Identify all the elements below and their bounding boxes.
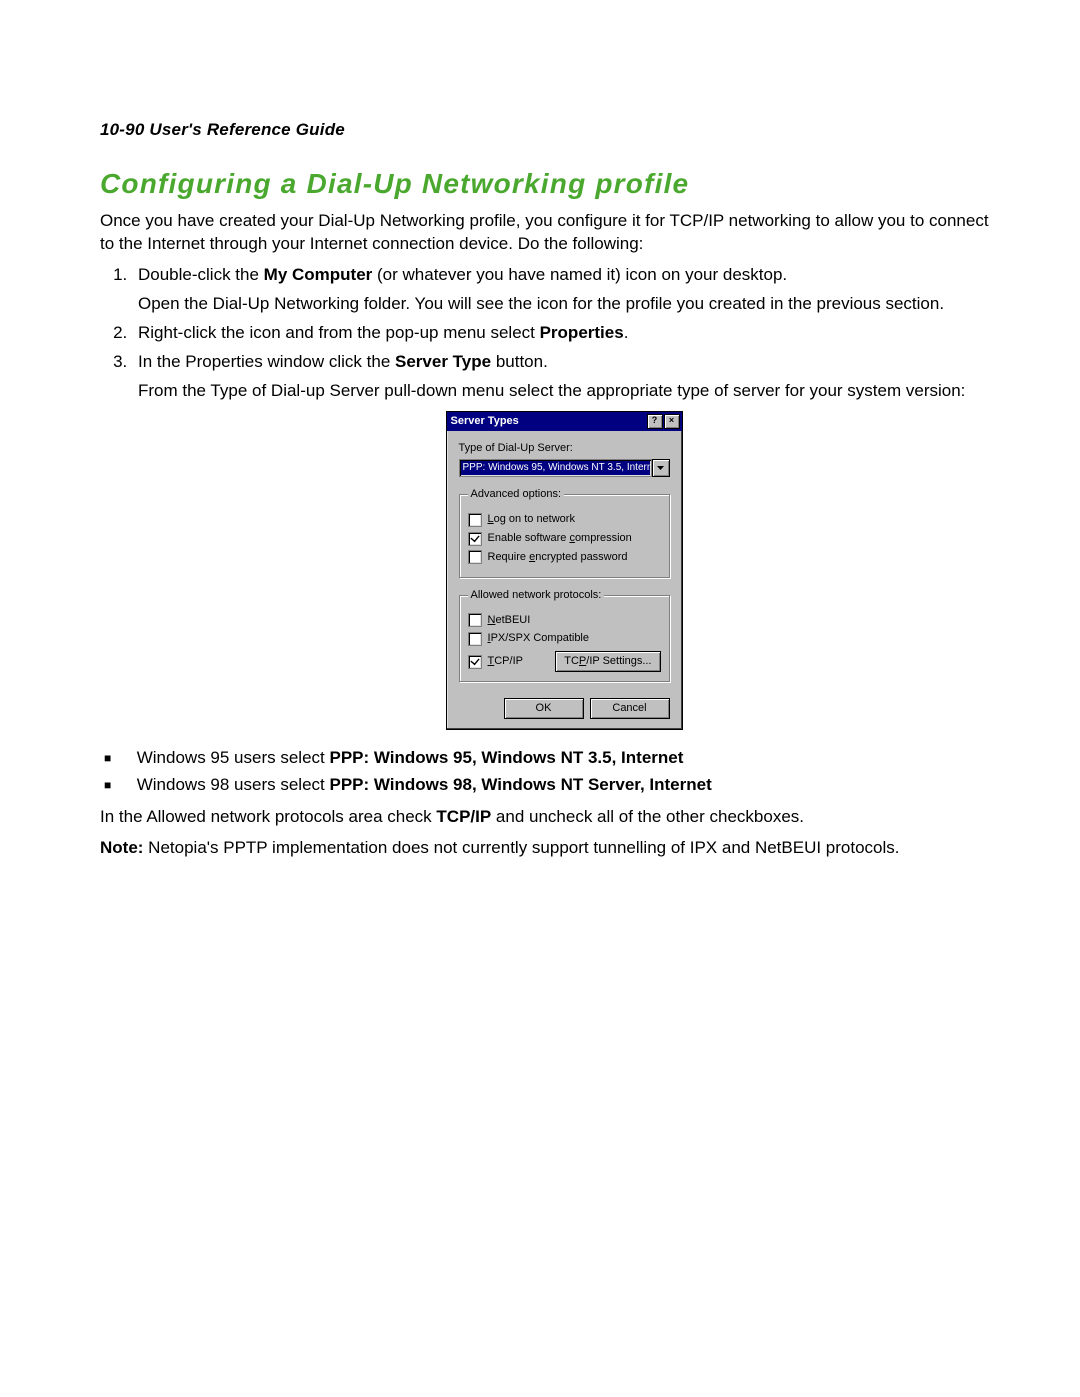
- bullet-list: Windows 95 users select PPP: Windows 95,…: [100, 744, 990, 798]
- step-2: Right-click the icon and from the pop-up…: [132, 322, 990, 345]
- intro-paragraph: Once you have created your Dial-Up Netwo…: [100, 210, 990, 256]
- bullet-2-text: Windows 98 users select: [137, 775, 330, 794]
- compression-label: Enable software compression: [488, 531, 632, 546]
- logon-checkbox-row[interactable]: LLog on to networkog on to network: [468, 512, 661, 527]
- encrypt-checkbox[interactable]: [468, 550, 482, 564]
- step-3-text-b: button.: [491, 352, 548, 371]
- step-3-text-a: In the Properties window click the: [138, 352, 395, 371]
- step-1-text-b: (or whatever you have named it) icon on …: [372, 265, 787, 284]
- step-3-sub: From the Type of Dial-up Server pull-dow…: [138, 380, 990, 403]
- logon-label: LLog on to networkog on to network: [488, 512, 575, 527]
- tcpip-settings-button[interactable]: TCP/IP Settings...: [555, 651, 660, 672]
- step-1-text-a: Double-click the: [138, 265, 264, 284]
- step-3-bold: Server Type: [395, 352, 491, 371]
- help-button[interactable]: ?: [647, 414, 663, 429]
- dialog-buttons: OK Cancel: [447, 698, 682, 729]
- advanced-options-group: Advanced options: LLog on to networkog o…: [459, 487, 670, 577]
- server-type-value: PPP: Windows 95, Windows NT 3.5, Interne…: [459, 459, 652, 477]
- tcpip-label: TCP/IP: [488, 654, 523, 669]
- tail-1-bold: TCP/IP: [436, 807, 491, 826]
- page-header: 10-90 User's Reference Guide: [100, 120, 990, 140]
- tcpip-row: TCP/IP TCP/IP Settings...: [468, 650, 661, 673]
- dialog-titlebar: Server Types ? ×: [447, 412, 682, 431]
- close-button[interactable]: ×: [664, 414, 680, 429]
- bullet-2-bold: PPP: Windows 98, Windows NT Server, Inte…: [329, 775, 711, 794]
- cancel-button[interactable]: Cancel: [590, 698, 670, 719]
- ipx-checkbox[interactable]: [468, 632, 482, 646]
- step-3: In the Properties window click the Serve…: [132, 351, 990, 730]
- compression-checkbox-row[interactable]: Enable software compression: [468, 531, 661, 546]
- protocols-legend: Allowed network protocols:: [468, 588, 605, 603]
- note-label: Note:: [100, 838, 143, 857]
- step-2-text-a: Right-click the icon and from the pop-up…: [138, 323, 540, 342]
- document-page: 10-90 User's Reference Guide Configuring…: [0, 0, 1080, 958]
- dropdown-arrow-icon[interactable]: [652, 459, 670, 477]
- compression-checkbox[interactable]: [468, 532, 482, 546]
- server-type-dropdown[interactable]: PPP: Windows 95, Windows NT 3.5, Interne…: [459, 459, 670, 477]
- protocols-group: Allowed network protocols: NetBEUI IPX/S…: [459, 588, 670, 682]
- tail-1-b: and uncheck all of the other checkboxes.: [491, 807, 804, 826]
- dialog-title: Server Types: [451, 414, 519, 429]
- tcpip-checkbox[interactable]: [468, 655, 482, 669]
- titlebar-buttons: ? ×: [647, 414, 680, 429]
- dialog-screenshot: Server Types ? × Type of Dial-Up Server:…: [138, 411, 990, 730]
- tail-paragraph-1: In the Allowed network protocols area ch…: [100, 806, 990, 829]
- dialog-body: Type of Dial-Up Server: PPP: Windows 95,…: [447, 431, 682, 699]
- step-2-bold: Properties: [540, 323, 624, 342]
- advanced-options-legend: Advanced options:: [468, 487, 565, 502]
- note-text: Netopia's PPTP implementation does not c…: [143, 838, 899, 857]
- bullet-win95: Windows 95 users select PPP: Windows 95,…: [132, 744, 990, 771]
- ipx-checkbox-row[interactable]: IPX/SPX Compatible: [468, 631, 661, 646]
- bullet-win98: Windows 98 users select PPP: Windows 98,…: [132, 771, 990, 798]
- encrypt-checkbox-row[interactable]: Require encrypted password: [468, 550, 661, 565]
- tail-paragraph-2: Note: Netopia's PPTP implementation does…: [100, 837, 990, 860]
- tcpip-checkbox-row[interactable]: TCP/IP: [468, 654, 523, 669]
- encrypt-label: Require encrypted password: [488, 550, 628, 565]
- bullet-1-bold: PPP: Windows 95, Windows NT 3.5, Interne…: [329, 748, 683, 767]
- section-title: Configuring a Dial-Up Networking profile: [100, 168, 990, 200]
- netbeui-checkbox-row[interactable]: NetBEUI: [468, 613, 661, 628]
- logon-checkbox[interactable]: [468, 513, 482, 527]
- steps-list: Double-click the My Computer (or whateve…: [100, 264, 990, 730]
- ok-button[interactable]: OK: [504, 698, 584, 719]
- netbeui-checkbox[interactable]: [468, 613, 482, 627]
- ipx-label: IPX/SPX Compatible: [488, 631, 590, 646]
- step-2-text-b: .: [624, 323, 629, 342]
- step-1: Double-click the My Computer (or whateve…: [132, 264, 990, 316]
- type-label: Type of Dial-Up Server:: [459, 441, 670, 456]
- tail-1-a: In the Allowed network protocols area ch…: [100, 807, 436, 826]
- netbeui-label: NetBEUI: [488, 613, 531, 628]
- bullet-1-text: Windows 95 users select: [137, 748, 330, 767]
- step-1-sub: Open the Dial-Up Networking folder. You …: [138, 293, 990, 316]
- step-1-bold: My Computer: [264, 265, 373, 284]
- server-types-dialog: Server Types ? × Type of Dial-Up Server:…: [446, 411, 683, 730]
